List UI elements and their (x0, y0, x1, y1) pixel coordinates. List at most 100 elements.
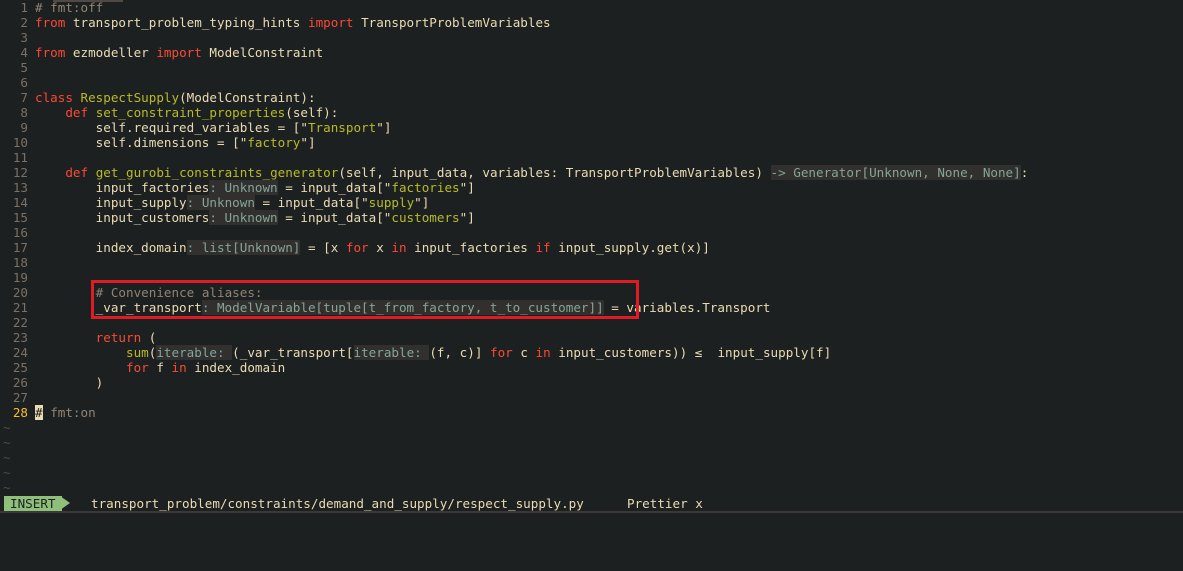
code-token: set_constraint_properties (95, 105, 286, 120)
code-line[interactable]: 7 class RespectSupply(ModelConstraint): (0, 90, 1183, 105)
empty-buffer-line: ~ (0, 450, 1183, 465)
code-line[interactable]: 13 input_factories: Unknown = input_data… (0, 180, 1183, 195)
code-line[interactable]: 8 def set_constraint_properties(self): (0, 105, 1183, 120)
code-token: input_factories (406, 240, 536, 255)
code-line[interactable]: 11 (0, 150, 1183, 165)
code-line[interactable]: 22 (0, 315, 1183, 330)
line-number: 23 (12, 330, 28, 345)
code-line[interactable]: 1 # fmt:off (0, 0, 1183, 15)
inlay-hint: -> Generator[Unknown, None, None] (770, 165, 1021, 180)
code-line[interactable]: 10 self.dimensions = ["factory"] (0, 135, 1183, 150)
code-token: def (65, 165, 89, 180)
code-line[interactable]: 20 # Convenience aliases: (0, 285, 1183, 300)
code-line[interactable]: 27 (0, 390, 1183, 405)
code-token: import (307, 15, 354, 30)
code-token: def (65, 105, 89, 120)
code-text[interactable]: index_domain: list[Unknown] = [x for x i… (35, 240, 710, 255)
code-token: import (156, 45, 202, 60)
code-token: _var_transport (35, 300, 202, 315)
empty-line-marker: ~ (3, 465, 11, 480)
code-token: f (148, 360, 172, 375)
code-token: in (535, 345, 551, 360)
line-number: 9 (20, 120, 28, 135)
code-text[interactable]: input_customers: Unknown = input_data["c… (35, 210, 475, 225)
code-token: transport_problem_typing_hints (65, 15, 308, 30)
code-text[interactable]: ) (35, 375, 104, 390)
code-line[interactable]: 26 ) (0, 375, 1183, 390)
code-editor[interactable]: 1 # fmt:off 2 from transport_problem_typing… (0, 0, 1183, 495)
code-token: in (391, 240, 407, 255)
code-text[interactable]: def get_gurobi_constraints_generator(sel… (35, 165, 1028, 180)
code-line[interactable]: 12 def get_gurobi_constraints_generator(… (0, 165, 1183, 180)
code-line[interactable]: 4 from ezmodeller import ModelConstraint (0, 45, 1183, 60)
code-line[interactable]: 21 _var_transport: ModelVariable[tuple[t… (0, 300, 1183, 315)
line-number: 14 (12, 195, 28, 210)
code-text[interactable]: def set_constraint_properties(self): (35, 105, 338, 120)
code-text[interactable]: from ezmodeller import ModelConstraint (35, 45, 323, 60)
code-line[interactable]: 3 (0, 30, 1183, 45)
code-line[interactable]: 6 (0, 75, 1183, 90)
code-line[interactable]: 16 (0, 225, 1183, 240)
code-line[interactable]: 23 return ( (0, 330, 1183, 345)
code-token: ] (467, 180, 475, 195)
code-text[interactable]: return ( (35, 330, 157, 345)
empty-buffer-line: ~ (0, 435, 1183, 450)
inlay-hint: iterable: (353, 345, 430, 360)
code-token: ( (141, 330, 157, 345)
code-token: for (345, 240, 369, 255)
empty-buffer-line: ~ (0, 465, 1183, 480)
code-token: get_gurobi_constraints_generator (95, 165, 339, 180)
inlay-hint: iterable: (156, 345, 233, 360)
line-number: 26 (12, 375, 28, 390)
code-line[interactable]: 9 self.required_variables = ["Transport"… (0, 120, 1183, 135)
line-number: 18 (12, 255, 28, 270)
inlay-hint: : list[Unknown] (186, 240, 301, 255)
empty-line-marker: ~ (3, 480, 11, 495)
line-number: 1 (20, 0, 28, 15)
line-number: 5 (20, 60, 28, 75)
line-number: 28 (12, 405, 28, 420)
code-line[interactable]: 14 input_supply: Unknown = input_data["s… (0, 195, 1183, 210)
code-line[interactable]: 2 from transport_problem_typing_hints imp… (0, 15, 1183, 30)
code-text[interactable]: input_supply: Unknown = input_data["supp… (35, 195, 429, 210)
code-text[interactable]: _var_transport: ModelVariable[tuple[t_fr… (35, 300, 770, 315)
code-line[interactable]: 19 (0, 270, 1183, 285)
line-number: 2 (20, 15, 28, 30)
code-text[interactable]: # fmt:on (35, 405, 96, 420)
code-token: ezmodeller (65, 45, 157, 60)
code-line[interactable]: 15 input_customers: Unknown = input_data… (0, 210, 1183, 225)
empty-buffer-line: ~ (0, 420, 1183, 435)
code-line[interactable]: 5 (0, 60, 1183, 75)
code-text[interactable]: self.required_variables = ["Transport"] (35, 120, 392, 135)
code-text[interactable]: self.dimensions = ["factory"] (35, 135, 316, 150)
code-text[interactable]: # Convenience aliases: (35, 285, 263, 300)
code-token: ] (421, 195, 430, 210)
file-path: transport_problem/constraints/demand_and… (91, 496, 584, 511)
code-token: " (300, 120, 308, 135)
code-token: ] (307, 135, 316, 150)
code-line[interactable]: 28 # fmt:on (0, 405, 1183, 420)
code-token: (ModelConstraint): (179, 90, 316, 105)
code-text[interactable]: # fmt:off (35, 0, 103, 15)
code-text[interactable]: input_factories: Unknown = input_data["f… (35, 180, 475, 195)
code-text[interactable]: sum(iterable: (_var_transport[iterable: … (35, 345, 831, 360)
code-line[interactable]: 17 index_domain: list[Unknown] = [x for … (0, 240, 1183, 255)
code-line[interactable]: 25 for f in index_domain (0, 360, 1183, 375)
inlay-hint: : ModelVariable[tuple[t_from_factory, t_… (201, 300, 604, 315)
code-text[interactable]: class RespectSupply(ModelConstraint): (35, 90, 316, 105)
line-number: 3 (20, 30, 28, 45)
code-token: (_var_transport[ (232, 345, 354, 360)
empty-line-marker: ~ (3, 435, 11, 450)
code-text[interactable]: for f in index_domain (35, 360, 285, 375)
code-line[interactable]: 24 sum(iterable: (_var_transport[iterabl… (0, 345, 1183, 360)
line-number: 19 (12, 270, 28, 285)
line-number: 25 (12, 360, 28, 375)
code-line[interactable]: 18 (0, 255, 1183, 270)
inlay-hint: : Unknown (209, 210, 278, 225)
code-text[interactable]: from transport_problem_typing_hints impo… (35, 15, 551, 30)
empty-line-marker: ~ (3, 420, 11, 435)
